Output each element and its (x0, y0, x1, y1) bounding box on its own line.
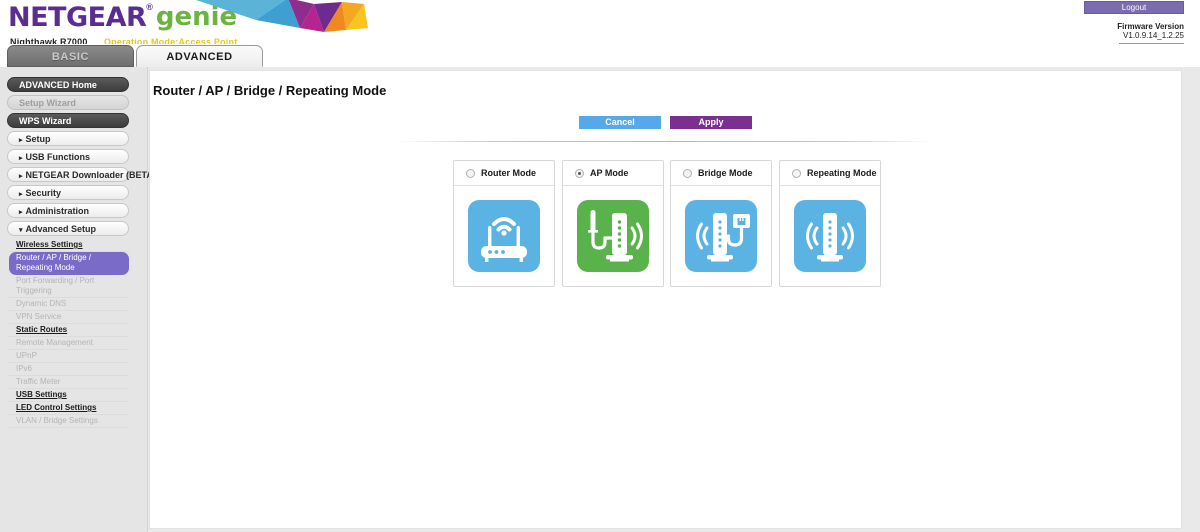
chevron-down-icon: ▾ (19, 227, 23, 234)
logout-button[interactable]: Logout (1084, 1, 1184, 14)
sidebar-pill-security[interactable]: ▸ Security (7, 185, 129, 200)
mode-card-repeating-body (780, 186, 880, 286)
sidebar-pill-label: Advanced Setup (25, 224, 97, 234)
language-select[interactable]: Auto (1119, 43, 1184, 44)
sidebar-pill-netgear-downloader-beta[interactable]: ▸ NETGEAR Downloader (BETA) (7, 167, 156, 182)
mode-card-repeating-header: Repeating Mode (780, 161, 880, 186)
sidebar-pill-label: Setup Wizard (19, 98, 76, 108)
mode-card-router[interactable]: Router Mode (453, 160, 555, 287)
mode-card-ap[interactable]: AP Mode (562, 160, 664, 287)
chevron-right-icon: ▸ (19, 173, 23, 180)
page-title: Router / AP / Bridge / Repeating Mode (153, 83, 387, 98)
radio-router-mode[interactable] (466, 168, 475, 178)
sidebar-pill-label: USB Functions (25, 152, 91, 162)
sidebar-subitem-upnp: UPnP (9, 350, 129, 363)
sidebar-submenu-list: Wireless Settings Router / AP / Bridge / … (9, 239, 129, 428)
sidebar-subitem-router-ap-bridge-repeating-mode[interactable]: Router / AP / Bridge / Repeating Mode (9, 252, 129, 275)
sidebar-subitem-vlan-bridge-settings: VLAN / Bridge Settings (9, 415, 129, 428)
mode-card-ap-header: AP Mode (563, 161, 663, 186)
netgear-registered-mark: ® (146, 2, 153, 12)
mode-card-router-header: Router Mode (454, 161, 554, 186)
mode-card-ap-body (563, 186, 663, 286)
repeating-mode-icon (794, 200, 866, 272)
operation-mode-status: Operation Mode:Access Point (103, 37, 238, 44)
section-divider (397, 141, 934, 142)
sidebar-navigation: ADVANCED Home Setup Wizard WPS Wizard ▸ Setu… (0, 67, 156, 532)
mode-card-bridge-header: Bridge Mode (671, 161, 771, 186)
radio-ap-mode[interactable] (575, 168, 584, 178)
mode-card-bridge[interactable]: Bridge Mode (670, 160, 772, 287)
radio-repeating-mode[interactable] (792, 168, 801, 178)
radio-bridge-mode[interactable] (683, 168, 692, 178)
sidebar-subitem-remote-management: Remote Management (9, 337, 129, 350)
sidebar-pill-label: WPS Wizard (19, 116, 72, 126)
mode-label-ap: AP Mode (590, 168, 629, 178)
device-model-name: Nighthawk R7000 (10, 37, 88, 44)
ap-mode-icon (577, 200, 649, 272)
main-tabbar: BASIC ADVANCED (0, 45, 1200, 67)
sidebar-subitem-wireless-settings[interactable]: Wireless Settings (9, 239, 129, 252)
sidebar-subitem-port-forwarding-port-triggering: Port Forwarding / Port Triggering (9, 275, 129, 298)
mode-label-repeating: Repeating Mode (807, 168, 877, 178)
sidebar-pill-wps-wizard[interactable]: WPS Wizard (7, 113, 129, 128)
firmware-version-value: V1.0.9.14_1.2.25 (1123, 31, 1184, 40)
sidebar-pill-advanced-home[interactable]: ADVANCED Home (7, 77, 129, 92)
sidebar-subitem-vpn-service: VPN Service (9, 311, 129, 324)
sidebar-subitem-usb-settings[interactable]: USB Settings (9, 389, 129, 402)
mode-card-bridge-body (671, 186, 771, 286)
tab-basic[interactable]: BASIC (7, 45, 134, 67)
netgear-wordmark: NETGEAR (8, 2, 147, 33)
mode-card-repeating[interactable]: Repeating Mode (779, 160, 881, 287)
sidebar-subitem-traffic-meter: Traffic Meter (9, 376, 129, 389)
sidebar-pill-setup[interactable]: ▸ Setup (7, 131, 129, 146)
mode-label-router: Router Mode (481, 168, 536, 178)
sidebar-pill-label: ADVANCED Home (19, 80, 97, 90)
firmware-version-label: Firmware Version (1117, 22, 1184, 31)
sidebar-pill-administration[interactable]: ▸ Administration (7, 203, 129, 218)
chevron-right-icon: ▸ (19, 137, 23, 144)
router-mode-icon (468, 200, 540, 272)
chevron-right-icon: ▸ (19, 209, 23, 216)
sidebar-subitem-ipv6: IPv6 (9, 363, 129, 376)
sidebar-pill-label: Administration (25, 206, 90, 216)
page-header: NETGEAR®genie® Nighthawk R7000 Operation… (0, 0, 1200, 44)
cancel-button[interactable]: Cancel (579, 116, 661, 129)
content-panel: Router / AP / Bridge / Repeating Mode Ca… (149, 70, 1182, 529)
page-body: ADVANCED Home Setup Wizard WPS Wizard ▸ Setu… (0, 67, 1200, 532)
tab-advanced[interactable]: ADVANCED (136, 45, 263, 67)
chevron-right-icon: ▸ (19, 191, 23, 198)
sidebar-subitem-static-routes[interactable]: Static Routes (9, 324, 129, 337)
sidebar-pill-label: Security (25, 188, 62, 198)
sidebar-pill-setup-wizard[interactable]: Setup Wizard (7, 95, 129, 110)
sidebar-pill-usb-functions[interactable]: ▸ USB Functions (7, 149, 129, 164)
sidebar-subitem-dynamic-dns: Dynamic DNS (9, 298, 129, 311)
netgear-fan-graphic (196, 0, 368, 32)
apply-button[interactable]: Apply (670, 116, 752, 129)
sidebar-pill-list: ADVANCED Home Setup Wizard WPS Wizard ▸ Setu… (0, 77, 156, 236)
mode-label-bridge: Bridge Mode (698, 168, 753, 178)
bridge-mode-icon (685, 200, 757, 272)
sidebar-pill-advanced-setup[interactable]: ▾ Advanced Setup (7, 221, 129, 236)
mode-card-router-body (454, 186, 554, 286)
sidebar-subitem-led-control-settings[interactable]: LED Control Settings (9, 402, 129, 415)
sidebar-pill-label: Setup (25, 134, 51, 144)
sidebar-pill-label: NETGEAR Downloader (BETA) (25, 170, 156, 180)
chevron-right-icon: ▸ (19, 155, 23, 162)
